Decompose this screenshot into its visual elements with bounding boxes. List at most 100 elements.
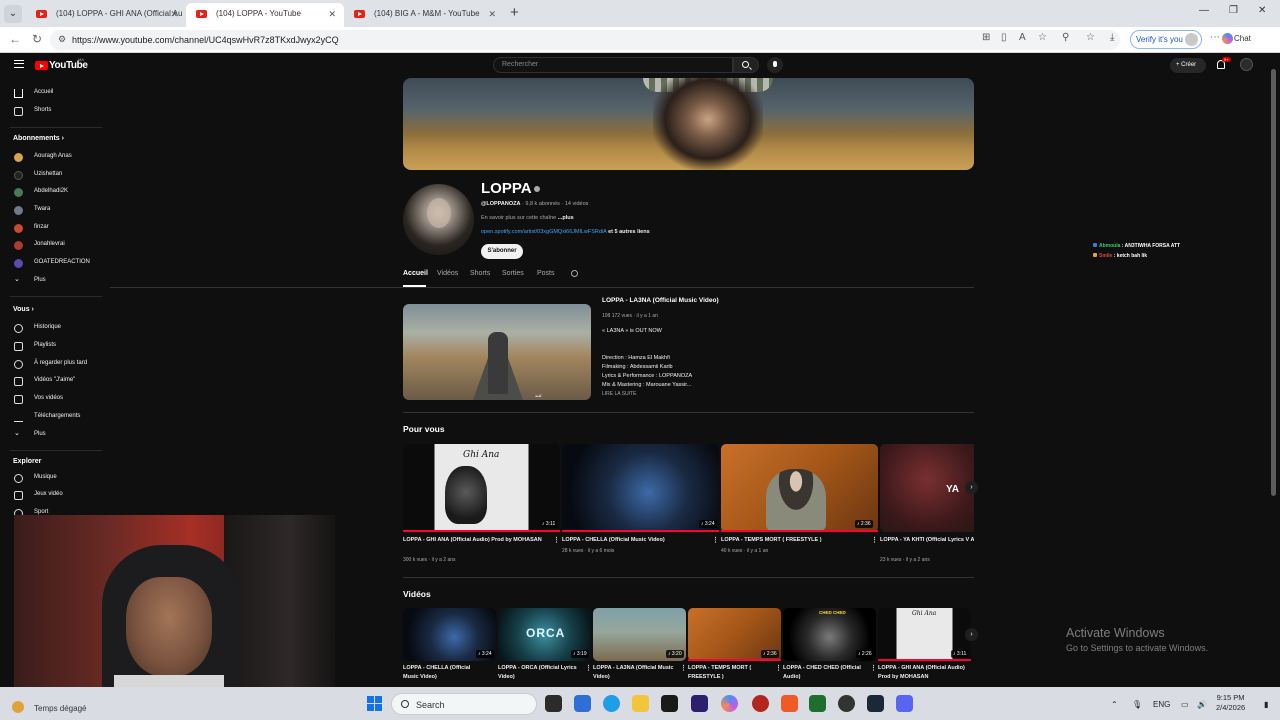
back-icon[interactable]: ← — [9, 32, 21, 46]
create-button[interactable]: + Créer — [1170, 58, 1206, 73]
sidebar-item-home[interactable]: Accueil — [0, 85, 103, 102]
sidebar-item-subscription[interactable]: Jonahlevrai — [0, 237, 103, 254]
video-card[interactable]: CHED CHED ♪ 2:26 LOPPA - CHED CHED (Offi… — [783, 608, 877, 686]
video-title[interactable]: LOPPA - CHELLA (Official Music Video) — [403, 664, 487, 682]
new-tab-icon[interactable]: + — [510, 5, 519, 21]
scrollbar-thumb[interactable] — [1271, 69, 1276, 496]
video-card[interactable]: ♪ 3:20 LOPPA - LA3NA (Official Music Vid… — [593, 608, 687, 686]
copilot-taskbar-icon[interactable] — [721, 695, 738, 712]
video-card[interactable]: ♪ 2:36 LOPPA - TEMPS MORT ( FREESTYLE ) … — [721, 444, 878, 566]
sidebar-item-subscription[interactable]: Abdelhadi2K — [0, 184, 103, 201]
more-actions-icon[interactable]: ⋮ — [871, 536, 878, 544]
sidebar-item-playlists[interactable]: Playlists — [0, 338, 103, 355]
video-title[interactable]: LOPPA - CHELLA (Official Music Video) — [562, 536, 707, 545]
video-thumbnail[interactable] — [721, 444, 878, 532]
taskbar-clock[interactable]: 9:15 PM 2/4/2026 — [1216, 693, 1245, 713]
more-menu-icon[interactable]: ⋯ — [1210, 32, 1220, 43]
network-icon[interactable]: ▭ — [1181, 700, 1189, 709]
account-avatar[interactable] — [1240, 58, 1253, 71]
sidebar-item-more-you[interactable]: ⌄ Plus — [0, 427, 103, 444]
more-actions-icon[interactable]: ⋮ — [585, 664, 592, 672]
brave-icon[interactable] — [781, 695, 798, 712]
video-card[interactable]: Ghi Ana ♪ 3:11 LOPPA - GHI ANA (Official… — [403, 444, 560, 566]
close-tab-icon[interactable]: ✕ — [488, 3, 496, 25]
tab-releases[interactable]: Sorties — [502, 270, 524, 277]
maximize-icon[interactable]: ❐ — [1229, 5, 1238, 16]
chat-button[interactable]: Chat — [1234, 34, 1251, 43]
minimize-icon[interactable]: — — [1199, 5, 1209, 16]
more-actions-icon[interactable]: ⋮ — [680, 664, 687, 672]
channel-links[interactable]: open.spotify.com/artist/03xgGMQxi66JMlLw… — [481, 229, 650, 235]
read-more-link[interactable]: LIRE LA SUITE — [602, 391, 636, 397]
video-title[interactable]: LOPPA - CHED CHED (Official Audio) — [783, 664, 867, 682]
browser-tab-active[interactable]: (104) LOPPA - YouTube ✕ — [186, 3, 344, 27]
video-card[interactable]: Ghi Ana ♪ 3:11 LOPPA - GHI ANA (Official… — [878, 608, 971, 686]
close-tab-icon[interactable]: ✕ — [328, 3, 336, 25]
sidebar-item-history[interactable]: Historique — [0, 320, 103, 337]
site-info-icon[interactable]: ⚙ — [58, 34, 66, 45]
video-title[interactable]: LOPPA - GHI ANA (Official Audio) Prod by… — [403, 536, 548, 545]
carousel-next-icon[interactable]: › — [965, 481, 978, 494]
sidebar-item-more-subs[interactable]: ⌄ Plus — [0, 273, 103, 290]
notification-center-icon[interactable]: ▮ — [1264, 700, 1268, 709]
video-thumbnail[interactable]: Ghi Ana — [403, 444, 560, 532]
language-indicator[interactable]: ENG — [1153, 700, 1170, 709]
subscriptions-heading[interactable]: Abonnements › — [13, 135, 64, 142]
video-thumbnail[interactable] — [562, 444, 719, 532]
sidebar-item-subscription[interactable]: Twara — [0, 202, 103, 219]
browser-tab[interactable]: (104) LOPPA - GHI ANA (Official Au ✕ — [26, 3, 186, 27]
task-view-icon[interactable] — [545, 695, 562, 712]
sidebar-item-your-videos[interactable]: Vos vidéos — [0, 391, 103, 408]
you-heading[interactable]: Vous › — [13, 306, 34, 313]
video-title[interactable]: LOPPA - ORCA (Official Lyrics Video) — [498, 664, 582, 682]
video-card[interactable]: ♪ 2:36 LOPPA - TEMPS MORT ( FREESTYLE ) … — [688, 608, 782, 686]
verify-identity-button[interactable]: Verify it's you — [1130, 30, 1202, 49]
video-card[interactable]: ♪ 3:24 LOPPA - CHELLA (Official Music Vi… — [562, 444, 719, 566]
video-card[interactable]: YA LOPPA - YA KHTI (Official Lyrics V Ay… — [880, 444, 974, 566]
tab-home[interactable]: Accueil — [403, 270, 428, 277]
extensions-icon[interactable]: ⚲ — [1062, 32, 1069, 43]
more-actions-icon[interactable]: ⋮ — [870, 664, 877, 672]
weather-icon[interactable] — [12, 701, 24, 713]
taskbar-app-icon[interactable] — [574, 695, 591, 712]
weather-text[interactable]: Temps dégagé — [34, 704, 86, 713]
more-actions-icon[interactable]: ⋮ — [775, 664, 782, 672]
sidebar-item-downloads[interactable]: Téléchargements — [0, 409, 103, 426]
discord-icon[interactable] — [896, 695, 913, 712]
tab-videos[interactable]: Vidéos — [437, 270, 458, 277]
subscribe-button[interactable]: S'abonner — [481, 244, 523, 259]
description-more-link[interactable]: ...plus — [558, 215, 574, 221]
youtube-logo-icon[interactable] — [35, 61, 48, 70]
spotify-link[interactable]: open.spotify.com/artist/03xgGMQxi66JMlLw… — [481, 229, 607, 235]
carousel-next-icon[interactable]: › — [965, 628, 978, 641]
voice-search-icon[interactable] — [767, 57, 783, 73]
edge-icon[interactable] — [603, 695, 620, 712]
video-card[interactable]: ORCA ♪ 3:19 LOPPA - ORCA (Official Lyric… — [498, 608, 592, 686]
channel-search-icon[interactable] — [571, 270, 578, 277]
favorite-star-icon[interactable]: ☆ — [1038, 32, 1047, 43]
sidebar-item-music[interactable]: Musique — [0, 470, 103, 487]
search-button[interactable] — [733, 57, 759, 73]
windows-start-icon[interactable] — [367, 696, 383, 712]
video-title[interactable]: LOPPA - GHI ANA (Official Audio) Prod by… — [878, 664, 968, 682]
channel-description[interactable]: En savoir plus sur cette chaîne ...plus — [481, 215, 574, 221]
sidebar-item-shorts[interactable]: Shorts — [0, 103, 103, 120]
video-title[interactable]: LOPPA - YA KHTI (Official Lyrics V Ayabe… — [880, 536, 974, 545]
featured-video-thumbnail[interactable] — [403, 304, 591, 400]
featured-video-title[interactable]: LOPPA - LA3NA (Official Music Video) — [602, 297, 719, 304]
sidebar-item-subscription[interactable]: GOATEDREACTION — [0, 255, 103, 272]
sidebar-item-subscription[interactable]: Aouragh Anas — [0, 149, 103, 166]
window-close-icon[interactable]: ✕ — [1258, 5, 1266, 16]
favorites-icon[interactable]: ☆ — [1086, 32, 1095, 43]
taskbar-search[interactable]: Search — [391, 693, 537, 715]
tray-overflow-icon[interactable]: ⌃ — [1111, 700, 1118, 709]
premiere-pro-icon[interactable] — [691, 695, 708, 712]
taskbar-app-icon[interactable] — [661, 695, 678, 712]
steam-icon[interactable] — [867, 695, 884, 712]
tab-list-chevron-icon[interactable]: ⌄ — [4, 5, 22, 23]
sidebar-item-subscription[interactable]: Uzishettan — [0, 167, 103, 184]
downloads-icon[interactable]: ⤓ — [1110, 32, 1114, 43]
taskbar-app-icon[interactable] — [752, 695, 769, 712]
taskbar-app-icon[interactable] — [838, 695, 855, 712]
more-actions-icon[interactable]: ⋮ — [553, 536, 560, 544]
